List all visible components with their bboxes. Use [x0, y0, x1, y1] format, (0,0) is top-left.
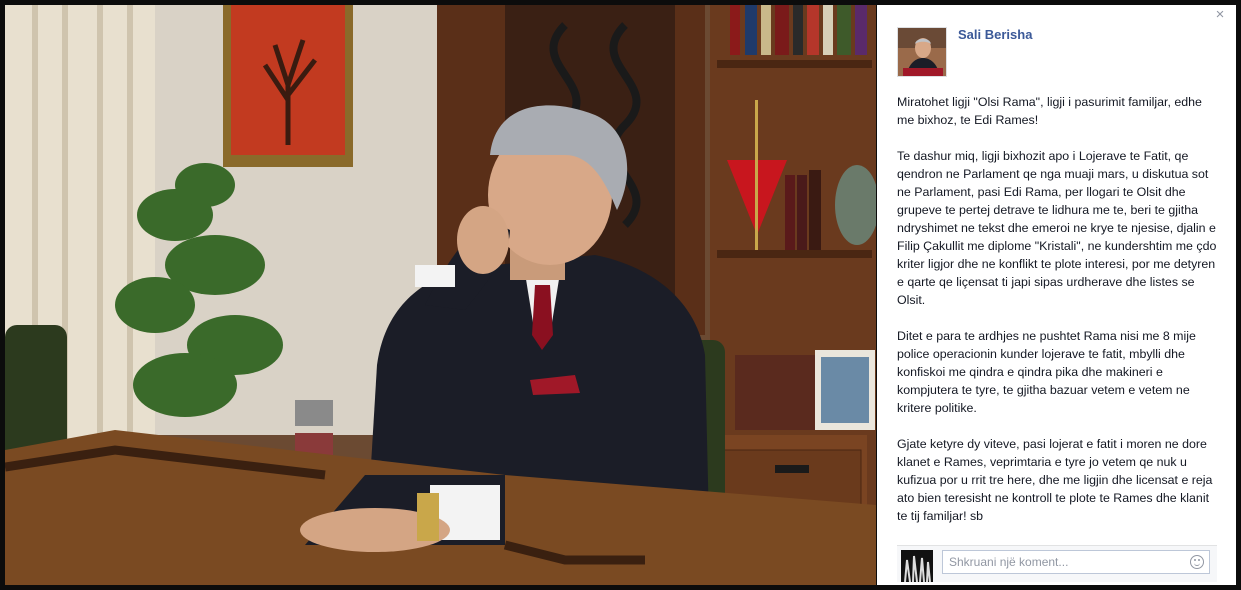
- author-avatar[interactable]: [897, 27, 947, 77]
- post-sidebar: × Sali Berisha Miratohet ligji "Olsi Ram…: [877, 5, 1236, 585]
- photo-image: [5, 5, 876, 585]
- post-paragraph: Gjate ketyre dy viteve, pasi lojerat e f…: [897, 437, 1213, 523]
- close-button[interactable]: ×: [1212, 7, 1228, 23]
- comment-composer: [897, 545, 1217, 582]
- post-text: Miratohet ligji "Olsi Rama", ligji i pas…: [897, 93, 1219, 543]
- post-paragraph: Ditet e para te ardhjes ne pushtet Rama …: [897, 329, 1196, 415]
- emoji-smile: [1194, 562, 1200, 566]
- post-paragraph: Te dashur miq, ligji bixhozit apo i Loje…: [897, 149, 1217, 307]
- author-name[interactable]: Sali Berisha: [958, 27, 1032, 42]
- post-paragraph: Miratohet ligji "Olsi Rama", ligji i pas…: [897, 95, 1202, 127]
- close-icon: ×: [1215, 6, 1225, 23]
- user-avatar-image: [901, 550, 933, 582]
- photo-viewer: × Sali Berisha Miratohet ligji "Olsi Ram…: [0, 0, 1241, 590]
- avatar-image: [898, 28, 946, 76]
- current-user-avatar: [901, 550, 933, 582]
- comment-input[interactable]: [942, 550, 1210, 574]
- photo[interactable]: [5, 5, 876, 585]
- emoji-icon[interactable]: [1190, 555, 1204, 569]
